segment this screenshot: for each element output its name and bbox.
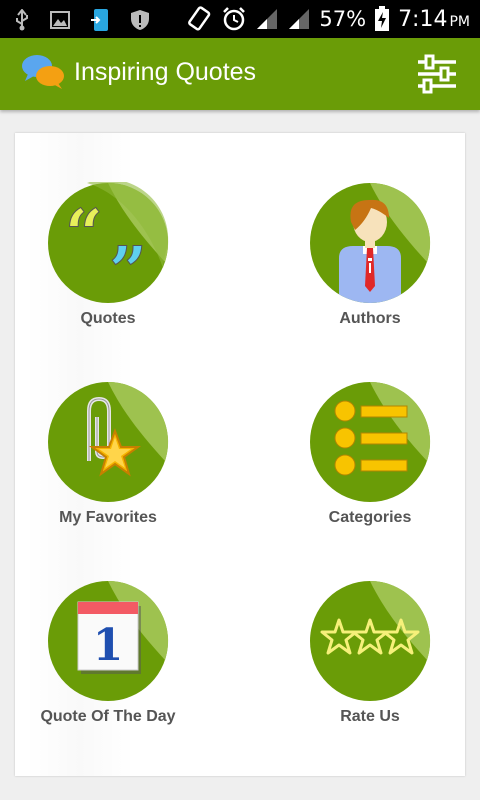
- status-bar: 57% 7:14 PM: [0, 0, 480, 38]
- battery-percent: 57%: [319, 7, 367, 31]
- authors-label: Authors: [339, 310, 401, 327]
- quote-of-the-day-label: Quote Of The Day: [40, 708, 176, 725]
- categories-tile[interactable]: Categories: [279, 381, 459, 571]
- calendar-day: 1: [93, 620, 124, 671]
- download-icon: [91, 9, 108, 31]
- categories-label: Categories: [328, 509, 412, 526]
- system-status: 57% 7:14 PM: [187, 0, 470, 38]
- notification-icons: [14, 8, 150, 32]
- stars-icon: [310, 580, 431, 701]
- favorites-tile[interactable]: My Favorites: [17, 381, 197, 571]
- screen-rotation-icon: [188, 6, 211, 31]
- quotes-tile[interactable]: “ ” Quotes: [17, 182, 197, 372]
- calendar-icon: 1: [48, 580, 169, 701]
- quote-of-the-day-tile[interactable]: 1 Quote Of The Day: [17, 580, 197, 770]
- chat-bubbles-logo-icon: [22, 55, 64, 89]
- shield-icon: [131, 10, 149, 30]
- image-icon: [50, 11, 70, 29]
- app-bar: Inspiring Quotes: [0, 38, 480, 110]
- categories-icon: [310, 381, 431, 502]
- settings-sliders-icon[interactable]: [414, 54, 460, 94]
- quotes-icon: “ ”: [48, 182, 169, 304]
- alarm-icon: [223, 7, 246, 31]
- app-title: Inspiring Quotes: [74, 58, 257, 86]
- signal-icon: [257, 9, 278, 29]
- quotes-label: Quotes: [80, 310, 136, 327]
- battery-icon: [375, 6, 390, 31]
- menu-card: “ ” Quotes Authors My Favorites Categori…: [15, 133, 465, 776]
- usb-icon: [16, 9, 28, 31]
- rate-us-tile[interactable]: Rate Us: [279, 580, 459, 770]
- signal-icon: [289, 9, 310, 29]
- author-icon: [310, 182, 431, 303]
- rate-us-label: Rate Us: [340, 708, 400, 725]
- favorites-icon: [48, 381, 169, 502]
- svg-text:“: “: [65, 195, 103, 273]
- favorites-label: My Favorites: [59, 509, 157, 526]
- clock: 7:14 PM: [398, 6, 470, 32]
- authors-tile[interactable]: Authors: [279, 182, 459, 372]
- svg-text:”: ”: [109, 232, 147, 304]
